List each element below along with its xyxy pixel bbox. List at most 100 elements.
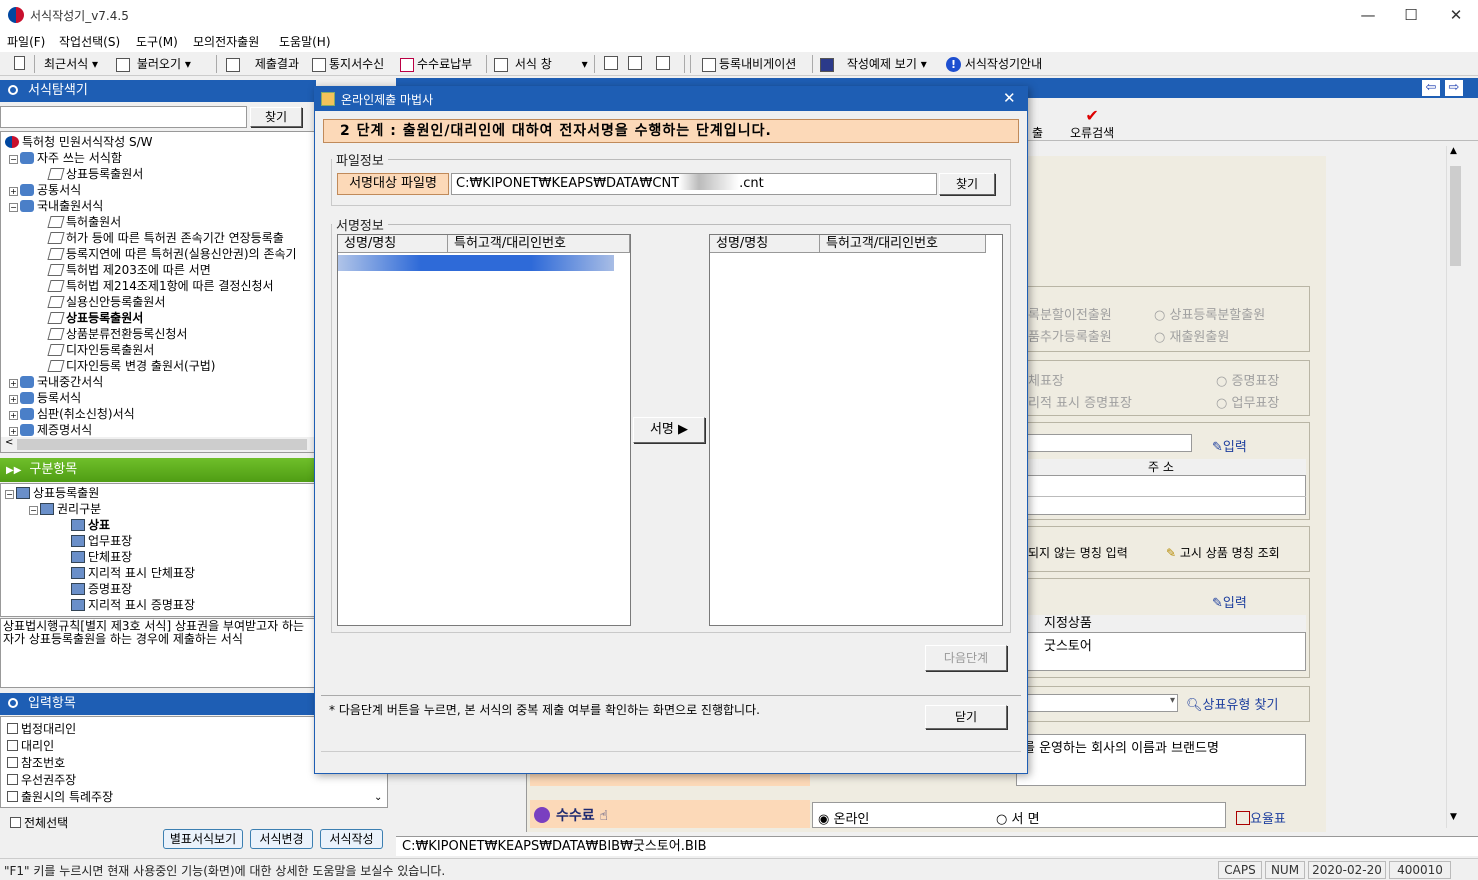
menu-tools[interactable]: 도구(M) bbox=[136, 33, 178, 50]
tree-item[interactable]: 특허청 민원서식작성 S/W bbox=[5, 134, 153, 150]
input-item-checkbox[interactable]: 출원시의 특례주장 bbox=[7, 788, 113, 805]
fee-payment-button[interactable]: 수수료납부 bbox=[400, 55, 472, 72]
write-form-button[interactable]: 서식작성 bbox=[320, 829, 383, 849]
category-item[interactable]: 증명표장 bbox=[71, 581, 132, 597]
radio-option[interactable]: ○ 상표등록분할출원 bbox=[1154, 304, 1265, 323]
tree-item[interactable]: 특허출원서 bbox=[47, 214, 121, 230]
expand-icon[interactable]: + bbox=[9, 395, 18, 404]
category-item[interactable]: 상표 bbox=[71, 517, 110, 533]
expand-icon[interactable]: − bbox=[9, 203, 18, 212]
category-item[interactable]: 지리적 표시 단체표장 bbox=[71, 565, 195, 581]
editor-vscroll[interactable]: ▲ ▼ bbox=[1446, 146, 1463, 828]
tree-item[interactable]: 특허법 제214조제1항에 따른 결정신청서 bbox=[47, 278, 274, 294]
menu-task[interactable]: 작업선택(S) bbox=[59, 33, 120, 50]
trademark-type-select[interactable]: ▾ bbox=[1016, 694, 1178, 712]
select-all-checkbox[interactable]: 전체선택 bbox=[10, 814, 68, 831]
maximize-icon[interactable]: ☐ bbox=[1396, 4, 1426, 26]
dialog-close-icon[interactable]: ✕ bbox=[1003, 89, 1016, 107]
form-window-button[interactable]: 서식 창 ▾ bbox=[494, 55, 588, 72]
category-item[interactable]: 업무표장 bbox=[71, 533, 132, 549]
input-item-checkbox[interactable]: 우선권주장 bbox=[7, 771, 76, 788]
menu-mock-filing[interactable]: 모의전자출원 bbox=[193, 33, 259, 50]
next-step-button[interactable]: 다음단계 bbox=[925, 645, 1007, 671]
expand-icon[interactable]: + bbox=[9, 379, 18, 388]
eraser-icon[interactable] bbox=[628, 55, 645, 70]
category-item[interactable]: − 권리구분 bbox=[29, 501, 101, 517]
new-icon[interactable] bbox=[14, 55, 28, 70]
designated-input-button[interactable]: ✎입력 bbox=[1212, 592, 1247, 611]
signer-target-list[interactable]: 성명/명칭 특허고객/대리인번호 bbox=[709, 234, 1003, 626]
load-button[interactable]: 불러오기 ▾ bbox=[116, 55, 191, 72]
category-item[interactable]: 단체표장 bbox=[71, 549, 132, 565]
explorer-find-button[interactable]: 찾기 bbox=[250, 107, 302, 127]
paper-radio[interactable]: ○ 서 면 bbox=[996, 808, 1040, 827]
next-arrow-icon[interactable]: ⇨ bbox=[1445, 80, 1463, 96]
tree-item[interactable]: 등록지연에 따른 특허권(실용신안권)의 존속기 bbox=[47, 246, 297, 262]
notice-receive-button[interactable]: 통지서수신 bbox=[312, 55, 384, 72]
file-path-input[interactable]: C:₩KIPONET₩KEAPS₩DATA₩CNT .cnt bbox=[451, 173, 937, 195]
tree-item[interactable]: + 국내중간서식 bbox=[9, 374, 103, 390]
change-form-button[interactable]: 서식변경 bbox=[250, 829, 313, 849]
sign-button[interactable]: 서명 ▶ bbox=[633, 417, 705, 443]
tree-item[interactable]: 상품분류전환등록신청서 bbox=[47, 326, 187, 342]
print-icon[interactable] bbox=[656, 55, 673, 70]
tree-item[interactable]: 특허법 제203조에 따른 서면 bbox=[47, 262, 211, 278]
tree-item[interactable]: 상표등록출원서 bbox=[47, 310, 143, 326]
submit-result-button[interactable]: 제출결과 bbox=[226, 55, 299, 72]
dialog-close-button[interactable]: 닫기 bbox=[925, 705, 1007, 729]
unlisted-name-input-button[interactable]: 되지 않는 명칭 입력 bbox=[1028, 544, 1128, 561]
menu-file[interactable]: 파일(F) bbox=[7, 33, 45, 50]
notice-name-lookup-button[interactable]: ✎ 고시 상품 명칭 조회 bbox=[1166, 544, 1280, 561]
expand-icon[interactable]: + bbox=[9, 427, 18, 436]
expand-icon[interactable]: − bbox=[5, 490, 14, 499]
radio-option[interactable]: ○ 업무표장 bbox=[1216, 392, 1279, 411]
tree-item[interactable]: 실용신안등록출원서 bbox=[47, 294, 165, 310]
explorer-search-input[interactable] bbox=[0, 106, 247, 128]
inputs-scroll-down-icon[interactable]: ⌄ bbox=[374, 792, 382, 803]
designated-goods-cell[interactable]: 굿스토어 bbox=[1044, 635, 1092, 654]
edit-icon[interactable] bbox=[604, 55, 621, 70]
view-special-form-button[interactable]: 별표서식보기 bbox=[163, 829, 243, 849]
tree-item[interactable]: − 자주 쓰는 서식함 bbox=[9, 150, 122, 166]
category-item[interactable]: 지리적 표시 증명표장 bbox=[71, 597, 195, 613]
explorer-hscroll[interactable]: < bbox=[1, 437, 314, 452]
tree-item[interactable]: 허가 등에 따른 특허권 존속기간 연장등록출 bbox=[47, 230, 284, 246]
rate-table-button[interactable]: 요율표 bbox=[1236, 808, 1286, 827]
menu-help[interactable]: 도움말(H) bbox=[279, 33, 331, 50]
tree-item[interactable]: 디자인등록출원서 bbox=[47, 342, 154, 358]
input-item-checkbox[interactable]: 대리인 bbox=[7, 737, 54, 754]
expand-icon[interactable]: + bbox=[9, 411, 18, 420]
expand-icon[interactable]: − bbox=[29, 506, 38, 515]
expand-icon[interactable]: − bbox=[9, 155, 18, 164]
error-check-button[interactable]: ✔ 오류검색 bbox=[1070, 108, 1114, 141]
radio-option[interactable]: ○ 증명표장 bbox=[1216, 370, 1279, 389]
guide-button[interactable]: ! 서식작성기안내 bbox=[946, 55, 1042, 72]
tree-item[interactable]: 디자인등록 변경 출원서(구법) bbox=[47, 358, 215, 374]
applicant-input-button[interactable]: ✎입력 bbox=[1212, 436, 1247, 455]
input-item-checkbox[interactable]: 참조번호 bbox=[7, 754, 65, 771]
tree-item[interactable]: − 국내출원서식 bbox=[9, 198, 103, 214]
radio-option[interactable]: ○ 재출원출원 bbox=[1154, 326, 1229, 345]
signer-row-selected[interactable] bbox=[338, 255, 614, 271]
close-icon[interactable]: ✕ bbox=[1441, 4, 1471, 26]
trademark-description-textarea[interactable]: 를 운영하는 회사의 이름과 브랜드명 bbox=[1016, 734, 1306, 786]
recent-forms-button[interactable]: 최근서식 ▾ bbox=[44, 55, 98, 72]
category-item[interactable]: − 상표등록출원 bbox=[5, 485, 99, 501]
prev-arrow-icon[interactable]: ⇦ bbox=[1422, 80, 1440, 96]
tree-item[interactable]: + 공통서식 bbox=[9, 182, 81, 198]
tree-item[interactable]: 상표등록출원서 bbox=[47, 166, 143, 182]
minimize-icon[interactable]: — bbox=[1353, 4, 1383, 26]
submit-tab-fragment[interactable]: 출 bbox=[1032, 124, 1043, 141]
input-item-checkbox[interactable]: 법정대리인 bbox=[7, 720, 76, 737]
applicant-input[interactable] bbox=[1016, 434, 1192, 452]
expand-icon[interactable]: + bbox=[9, 187, 18, 196]
registration-navigation-button[interactable]: 등록내비게이션 bbox=[702, 55, 796, 72]
tree-item[interactable]: + 심판(취소신청)서식 bbox=[9, 406, 135, 422]
signer-source-list[interactable]: 성명/명칭 특허고객/대리인번호 bbox=[337, 234, 631, 626]
file-find-button[interactable]: 찾기 bbox=[939, 173, 995, 195]
examples-button[interactable]: 작성예제 보기 ▾ bbox=[820, 55, 927, 72]
trademark-type-find-button[interactable]: 🔍︎상표유형 찾기 bbox=[1186, 694, 1278, 713]
online-radio[interactable]: ◉ 온라인 bbox=[818, 808, 869, 827]
tree-item[interactable]: + 제증명서식 bbox=[9, 422, 92, 438]
tree-item[interactable]: + 등록서식 bbox=[9, 390, 81, 406]
